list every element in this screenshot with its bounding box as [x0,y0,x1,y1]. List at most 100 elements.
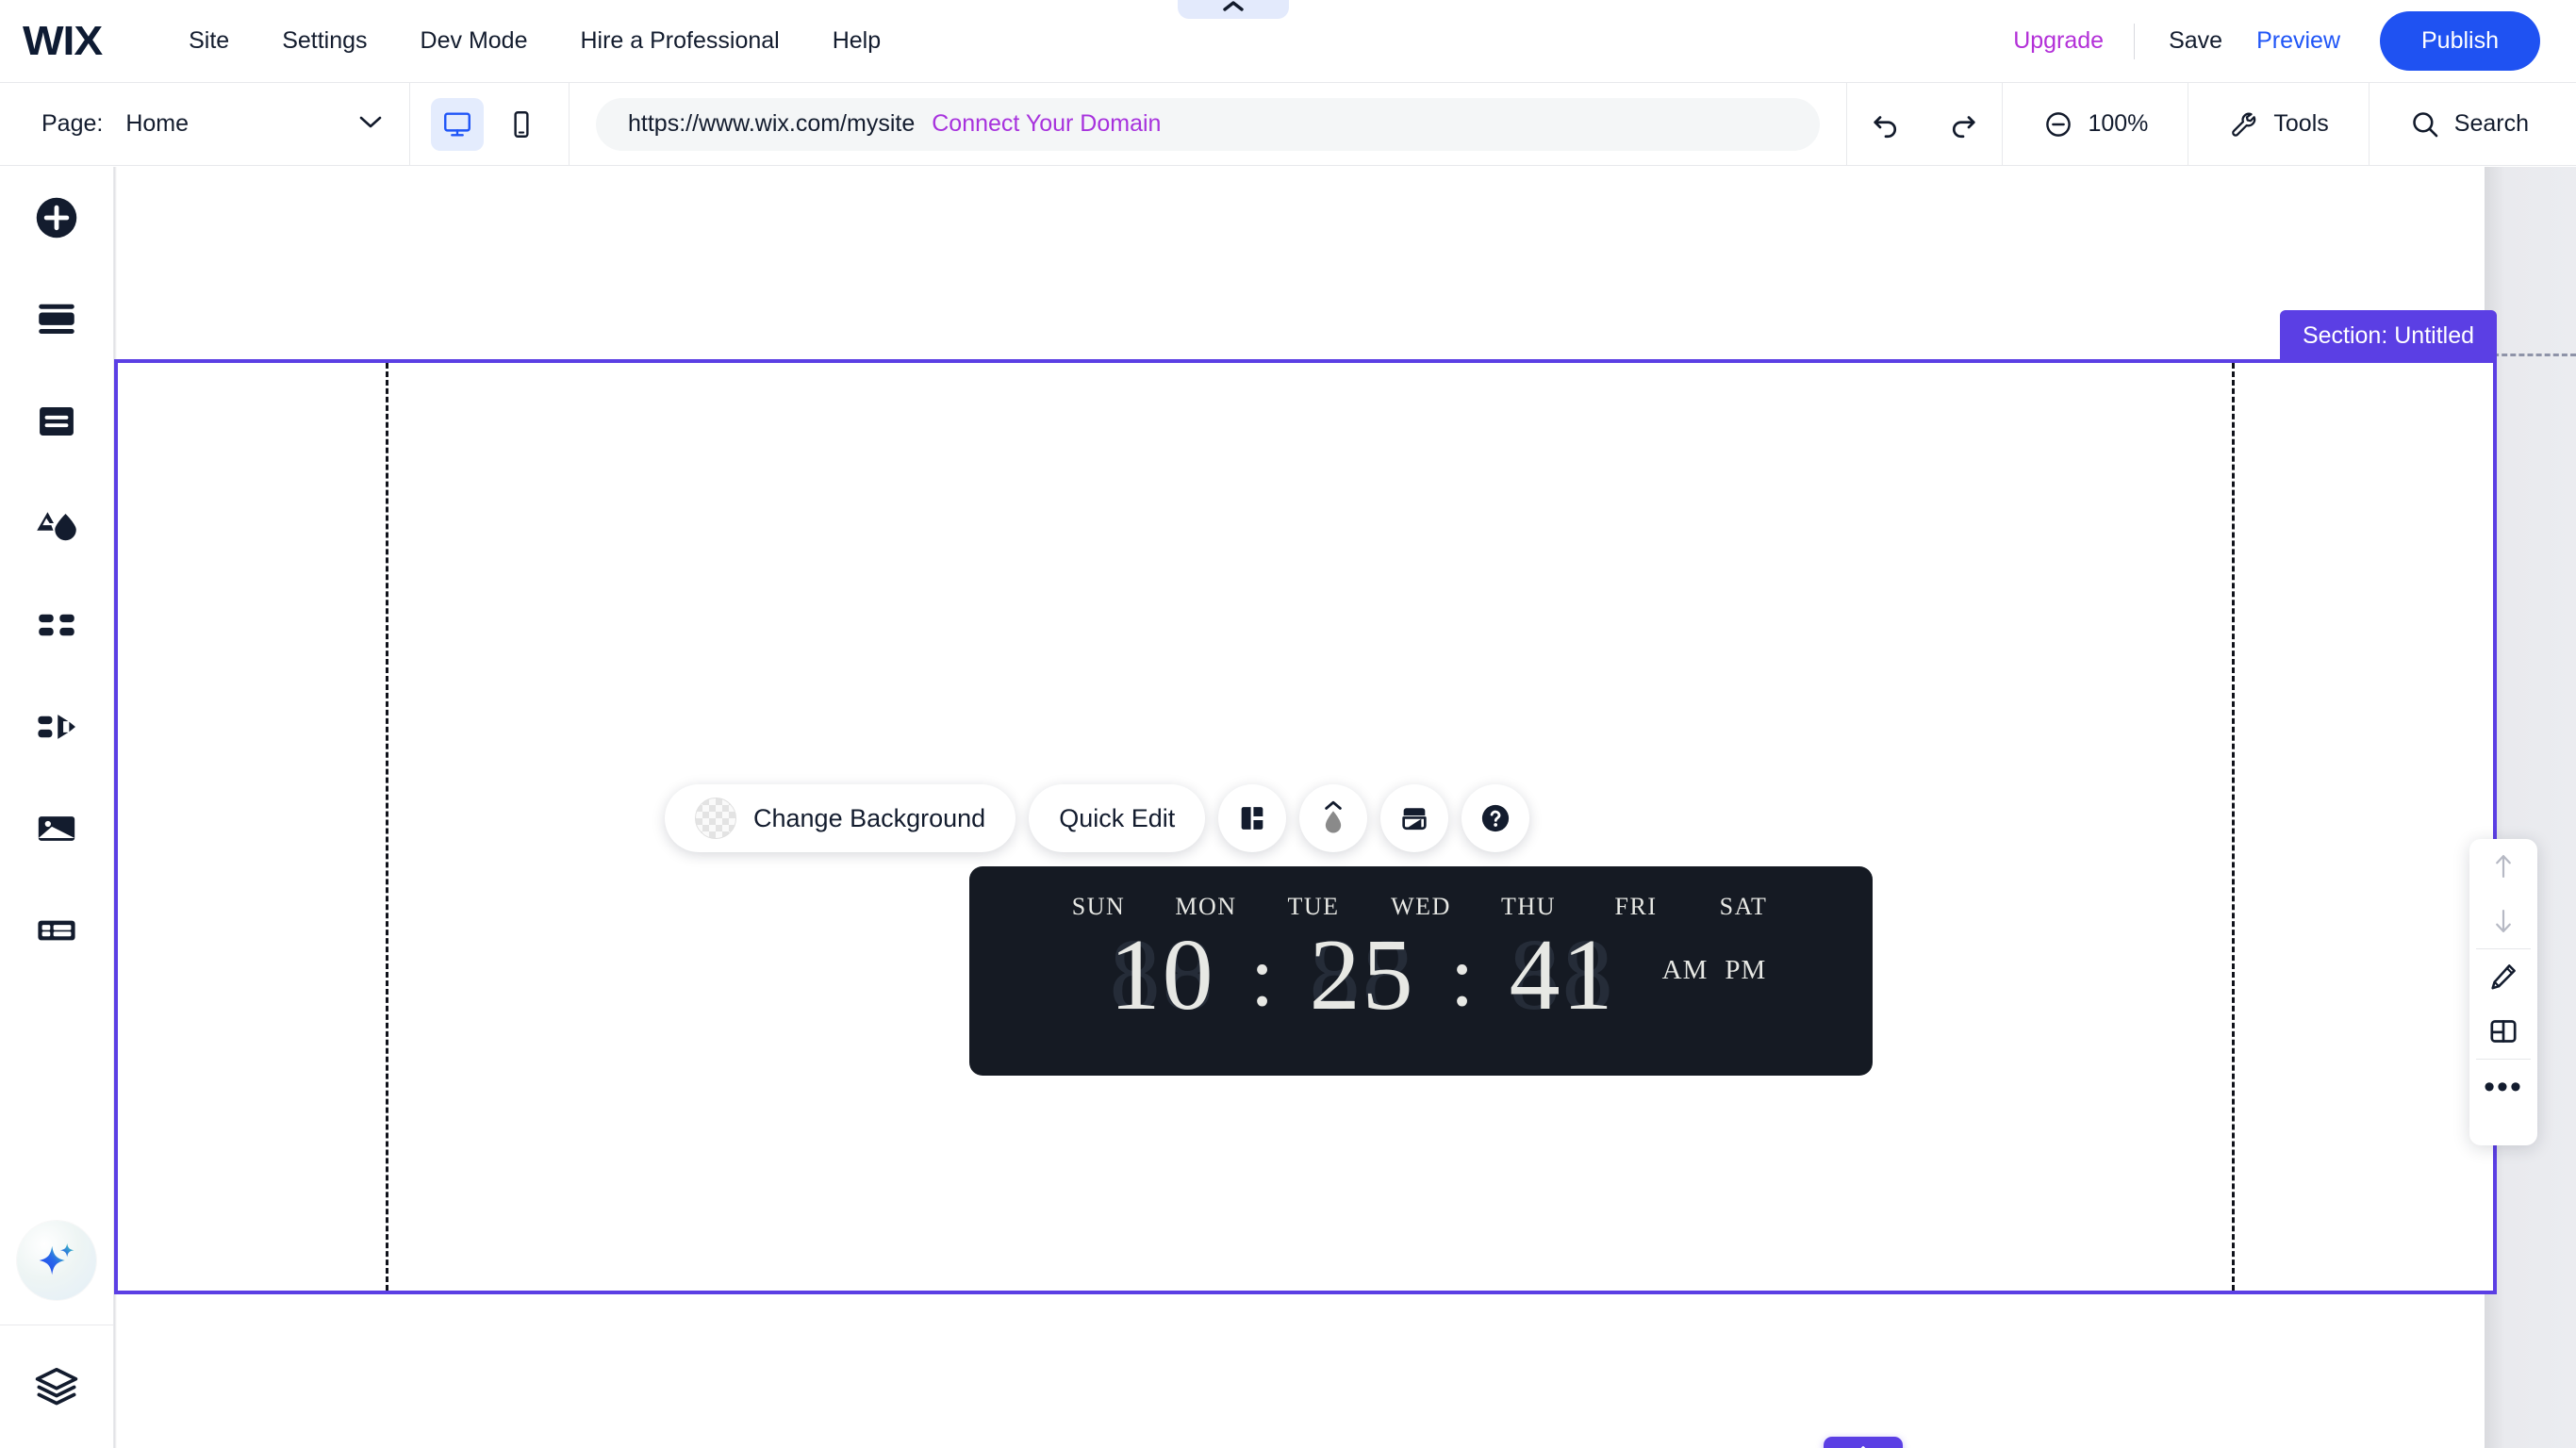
reveal-effect-button[interactable] [1380,784,1449,852]
nav-settings[interactable]: Settings [256,27,393,55]
change-background-label: Change Background [753,803,986,832]
apps-grid-icon [39,614,74,636]
clock-day-wed: WED [1391,893,1451,920]
canvas-outer-guide [2485,354,2576,356]
top-bar-actions: Upgrade Save Preview Publish [2013,11,2540,71]
zoom-out-icon [2046,111,2072,137]
sidebar-item-my-business[interactable] [0,676,114,778]
chevron-up-icon [1223,1,1244,11]
section-label[interactable]: Section: Untitled [2279,310,2497,363]
search-button[interactable]: Search [2370,83,2576,166]
scroll-effect-button[interactable] [1299,784,1368,852]
collapse-toolbar-tab[interactable] [1178,0,1289,19]
image-icon [38,816,75,841]
sidebar-item-add-section[interactable] [0,269,114,370]
nav-site[interactable]: Site [162,27,256,55]
tools-button[interactable]: Tools [2188,83,2368,166]
clock-seconds-value: 41 [1509,919,1615,1031]
save-button[interactable]: Save [2135,27,2256,55]
top-bar: WIX Site Settings Dev Mode Hire a Profes… [0,0,2576,83]
wrench-icon [2232,112,2256,137]
section-action-toolbar: Change Background Quick Edit [665,784,1530,852]
preview-button[interactable]: Preview [2256,27,2380,55]
clock-hours: 88 10 [1083,923,1242,1028]
edit-section-button[interactable] [2469,949,2537,1004]
ai-assistant-button[interactable] [17,1221,96,1300]
layout-split-icon [1241,807,1263,830]
layout-icon [2490,1020,2517,1043]
sidebar-item-add-elements[interactable] [0,167,114,269]
arrow-down-icon [2496,909,2511,933]
undo-button[interactable] [1847,83,1924,166]
clock-am-label: AM [1661,954,1709,985]
clock-day-tue: TUE [1287,893,1340,920]
clock-minutes: 88 25 [1283,923,1442,1028]
section-side-panel: ••• [2469,839,2537,1145]
clock-ampm: AM PM [1662,955,1767,997]
background-swatch-icon [695,798,736,839]
tools-group: Tools [2188,82,2368,166]
section-help-button[interactable] [1461,784,1530,852]
section-layout-panel-button[interactable] [2469,1004,2537,1059]
zoom-level-value: 100% [2088,110,2149,137]
page-value: Home [125,110,190,137]
section-resize-handle[interactable] [1824,1437,1903,1448]
resize-vertical-icon [1860,1446,1866,1448]
clock-day-sun: SUN [1071,893,1126,920]
section-icon [39,304,74,334]
page-label: Page: [41,110,104,137]
url-bar-wrapper: https://www.wix.com/mysite Connect Your … [570,97,1846,151]
layout-guide-right [2232,363,2235,1291]
business-icon [38,715,75,739]
site-url-bar[interactable]: https://www.wix.com/mysite Connect Your … [596,97,1821,151]
sidebar-item-pages[interactable] [0,370,114,472]
clock-day-fri: FRI [1614,893,1658,920]
wix-logo[interactable]: WIX [23,18,103,65]
sidebar-item-cms[interactable] [0,880,114,981]
search-label: Search [2453,110,2529,137]
mobile-view-button[interactable] [495,98,548,151]
more-actions-button[interactable]: ••• [2469,1060,2537,1114]
redo-icon [1953,115,1976,138]
sidebar-item-apps[interactable] [0,574,114,676]
nav-hire-a-professional[interactable]: Hire a Professional [554,27,806,55]
desktop-view-button[interactable] [431,97,484,151]
change-background-button[interactable]: Change Background [665,784,1016,852]
clock-pm-label: PM [1725,954,1767,985]
quick-edit-button[interactable]: Quick Edit [1029,784,1206,852]
section-layout-button[interactable] [1218,784,1287,852]
secondary-toolbar: Page: Home https://www.wix.com/mysite Co… [0,82,2576,166]
connect-domain-link[interactable]: Connect Your Domain [932,110,1161,138]
nav-help[interactable]: Help [806,27,907,55]
left-sidebar [0,167,114,1448]
layers-icon [35,1367,78,1406]
editor-canvas[interactable]: Section: Untitled Change Background Quic… [114,167,2576,1448]
device-switcher [410,82,570,166]
quick-edit-label: Quick Edit [1059,803,1176,832]
sidebar-item-media[interactable] [0,778,114,880]
sidebar-item-site-theme[interactable] [0,472,114,574]
sidebar-item-layers[interactable] [0,1325,114,1448]
clock-separator-2: : [1449,928,1475,1024]
publish-button[interactable]: Publish [2380,11,2540,71]
more-dots-icon: ••• [2484,1068,2523,1105]
clock-day-mon: MON [1175,893,1237,920]
clock-hours-value: 10 [1109,919,1215,1031]
upgrade-button[interactable]: Upgrade [2013,27,2134,55]
site-url-text: https://www.wix.com/mysite [628,110,916,137]
nav-dev-mode[interactable]: Dev Mode [394,27,554,55]
pages-icon [40,407,74,436]
history-group [1846,82,2002,166]
pencil-icon [2491,964,2516,990]
move-section-down-button[interactable] [2469,894,2537,948]
undo-icon [1874,115,1897,138]
flip-clock-widget[interactable]: SUN MON TUE WED THU FRI SAT 88 10 : 88 2… [969,866,1873,1076]
clock-minutes-value: 25 [1309,919,1415,1031]
move-section-up-button[interactable] [2469,839,2537,894]
plus-circle-icon [36,197,77,239]
redo-button[interactable] [1924,83,2002,166]
tools-label: Tools [2273,110,2329,137]
page-selector[interactable]: Page: Home [0,82,410,166]
zoom-control[interactable]: 100% [2003,83,2188,166]
canvas-outer-area [2485,167,2576,1448]
